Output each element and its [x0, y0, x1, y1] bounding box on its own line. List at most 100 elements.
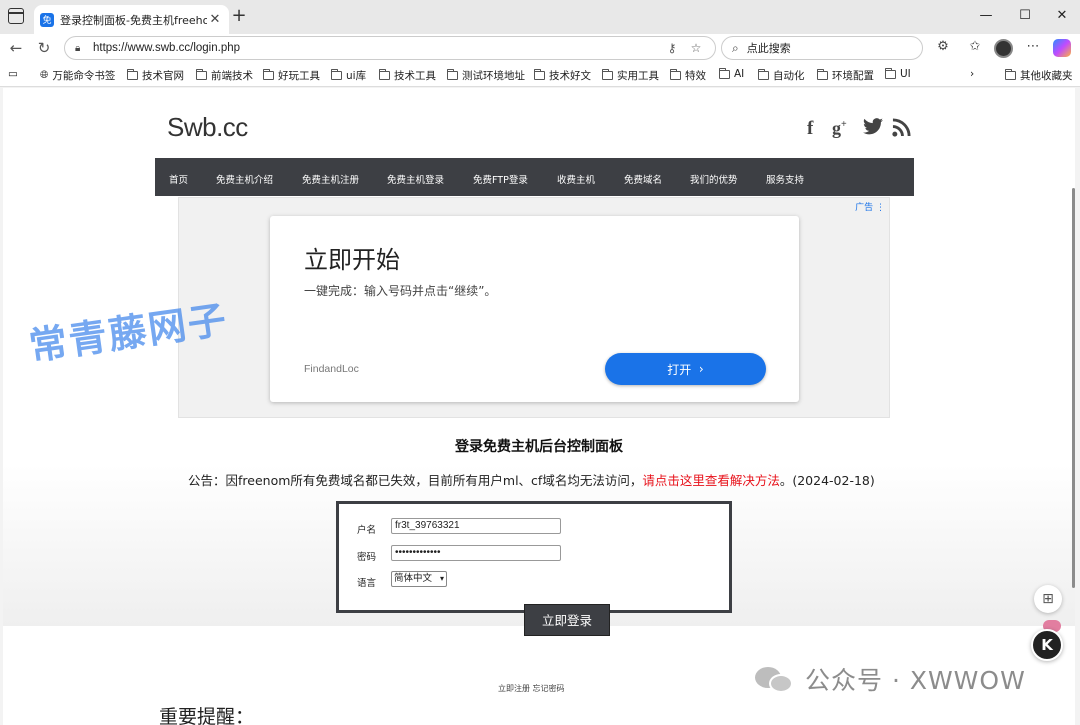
forgot-password-link[interactable]: 忘记密码 — [533, 684, 565, 693]
nav-home[interactable]: 首页 — [169, 172, 188, 186]
bookmark-folder[interactable]: AI — [719, 67, 744, 80]
copilot-icon[interactable] — [1053, 39, 1071, 57]
nav-paid-host[interactable]: 收费主机 — [557, 172, 595, 186]
scrollbar[interactable] — [1072, 188, 1075, 588]
nav-host-intro[interactable]: 免费主机介绍 — [216, 172, 273, 186]
key-icon[interactable]: ⚷ — [663, 41, 681, 55]
bookmark-folder[interactable]: 技术官网 — [127, 68, 184, 83]
extensions-icon[interactable]: ⚙ — [933, 39, 953, 57]
ad-subtitle: 一键完成：输入号码并点击“继续”。 — [304, 284, 497, 298]
login-submit-button[interactable]: 立即登录 — [524, 604, 610, 636]
google-plus-icon[interactable]: g+ — [832, 118, 847, 139]
username-field[interactable]: fr3t_39763321 — [391, 518, 561, 534]
search-placeholder: 点此搜索 — [746, 42, 791, 55]
rss-icon[interactable] — [892, 118, 911, 143]
nav-ftp-login[interactable]: 免费FTP登录 — [473, 172, 528, 186]
bookmark-folder[interactable]: 环境配置 — [817, 68, 874, 83]
address-toolbar: ← ↻ 🔒︎ https://www.swb.cc/login.php ⚷ ☆ … — [0, 34, 1080, 62]
minimize-icon[interactable]: — — [966, 6, 1006, 26]
bookmark-folder[interactable]: 实用工具 — [602, 68, 659, 83]
reading-icon[interactable]: ▭ — [8, 68, 18, 80]
page-viewport: Swb.cc f g+ 首页 免费主机介绍 免费主机注册 免费主机登录 免费FT… — [3, 88, 1075, 725]
refresh-icon[interactable]: ↻ — [34, 38, 54, 58]
bookmark-folder[interactable]: 前端技术 — [196, 68, 253, 83]
tab-favicon-icon: 免 — [40, 12, 54, 27]
url-text[interactable]: https://www.swb.cc/login.php — [93, 42, 657, 54]
form-links: 立即注册 忘记密码 — [498, 683, 565, 694]
favorite-star-icon[interactable]: ☆ — [687, 41, 705, 55]
ad-container: 广告 ⋮ 立即开始 一键完成：输入号码并点击“继续”。 FindandLoc 打… — [178, 197, 890, 418]
bookmark-folder[interactable]: 技术好文 — [534, 68, 591, 83]
globe-icon: 🌐︎ — [40, 69, 49, 81]
username-label: 户名 — [357, 525, 377, 536]
tab-title: 登录控制面板-免费主机freehost.c — [60, 13, 207, 27]
ad-brand: FindandLoc — [304, 363, 359, 375]
bookmark-folder[interactable]: ui库 — [331, 68, 366, 83]
folder-icon — [719, 67, 730, 79]
nav-host-login[interactable]: 免费主机登录 — [387, 172, 444, 186]
bookmark-folder[interactable]: 特效 — [670, 68, 706, 83]
nav-advantages[interactable]: 我们的优势 — [690, 172, 738, 186]
site-logo[interactable]: Swb.cc — [167, 112, 248, 143]
ad-open-button[interactable]: 打开 › — [605, 353, 766, 385]
folder-icon — [196, 69, 207, 80]
ad-card[interactable]: 立即开始 一键完成：输入号码并点击“继续”。 FindandLoc 打开 › — [270, 216, 799, 402]
solution-link[interactable]: 请点击这里查看解决方法 — [642, 473, 780, 488]
site-info-icon[interactable]: 🔒︎ — [75, 43, 87, 54]
register-link[interactable]: 立即注册 — [498, 684, 530, 693]
folder-icon — [885, 67, 896, 79]
wechat-credit: 公众号 · XWWOW — [755, 661, 1026, 697]
profile-avatar[interactable] — [994, 39, 1013, 58]
wechat-icon — [755, 665, 795, 693]
other-favorites-folder[interactable]: 其他收藏夹 — [1005, 68, 1073, 83]
close-window-icon[interactable]: ✕ — [1042, 6, 1080, 26]
folder-icon — [602, 69, 613, 80]
ad-label[interactable]: 广告 ⋮ — [855, 200, 885, 213]
search-icon: ⌕ — [732, 40, 739, 55]
language-label: 语言 — [357, 578, 377, 589]
bookmark-folder[interactable]: 好玩工具 — [263, 68, 320, 83]
password-label: 密码 — [357, 552, 377, 563]
folder-icon — [534, 69, 545, 80]
chevron-right-icon: › — [698, 362, 704, 376]
site-navigation: 首页 免费主机介绍 免费主机注册 免费主机登录 免费FTP登录 收费主机 免费域… — [155, 158, 914, 196]
folder-icon — [447, 69, 458, 80]
twitter-icon[interactable] — [863, 118, 883, 141]
wechat-credit-text: 公众号 · XWWOW — [805, 666, 1026, 695]
nav-support[interactable]: 服务支持 — [766, 172, 804, 186]
k-assistant-icon[interactable]: K — [1031, 629, 1063, 661]
folder-icon — [263, 69, 274, 80]
chevron-right-icon[interactable]: › — [970, 68, 974, 80]
title-bar: 免 登录控制面板-免费主机freehost.c ✕ + — ☐ ✕ — [0, 0, 1080, 34]
browser-tab[interactable]: 免 登录控制面板-免费主机freehost.c ✕ — [34, 5, 229, 34]
login-panel-title: 登录免费主机后台控制面板 — [455, 439, 623, 455]
folder-icon — [331, 69, 342, 80]
more-icon[interactable]: ⋯ — [1023, 39, 1043, 57]
search-box[interactable]: ⌕ 点此搜索 — [721, 36, 923, 60]
back-icon[interactable]: ← — [6, 38, 26, 58]
login-form: 户名 fr3t_39763321 密码 ••••••••••••• 语言 简体中… — [336, 501, 732, 613]
facebook-icon[interactable]: f — [807, 118, 813, 140]
bookmark-folder[interactable]: 自动化 — [758, 68, 805, 83]
folder-icon — [817, 69, 828, 80]
bookmark-folder[interactable]: 技术工具 — [379, 68, 436, 83]
nav-free-domain[interactable]: 免费域名 — [624, 172, 662, 186]
maximize-icon[interactable]: ☐ — [1005, 6, 1045, 26]
bookmarks-bar: ▭ 🌐︎ 万能命令书签 技术官网 前端技术 好玩工具 ui库 技术工具 测试环境地… — [0, 62, 1080, 87]
ad-title: 立即开始 — [304, 246, 400, 274]
nav-host-register[interactable]: 免费主机注册 — [302, 172, 359, 186]
language-select[interactable]: 简体中文 ▾ — [391, 571, 447, 587]
announcement: 公告：因freenom所有免费域名都已失效，目前所有用户ml、cf域名均无法访问… — [188, 473, 875, 488]
bookmark-item[interactable]: 🌐︎ 万能命令书签 — [40, 68, 115, 83]
favorites-icon[interactable]: ✩ — [965, 39, 985, 57]
password-field[interactable]: ••••••••••••• — [391, 545, 561, 561]
apps-icon[interactable]: ⊞ — [1034, 585, 1062, 613]
chevron-down-icon: ▾ — [439, 574, 444, 583]
tab-close-icon[interactable]: ✕ — [207, 12, 223, 27]
sidebar-toggle-icon[interactable] — [8, 8, 24, 24]
new-tab-icon[interactable]: + — [231, 7, 247, 26]
address-bar[interactable]: 🔒︎ https://www.swb.cc/login.php ⚷ ☆ — [64, 36, 716, 60]
folder-icon — [1005, 69, 1016, 80]
bookmark-folder[interactable]: UI — [885, 67, 911, 80]
bookmark-folder[interactable]: 测试环境地址 — [447, 68, 525, 83]
